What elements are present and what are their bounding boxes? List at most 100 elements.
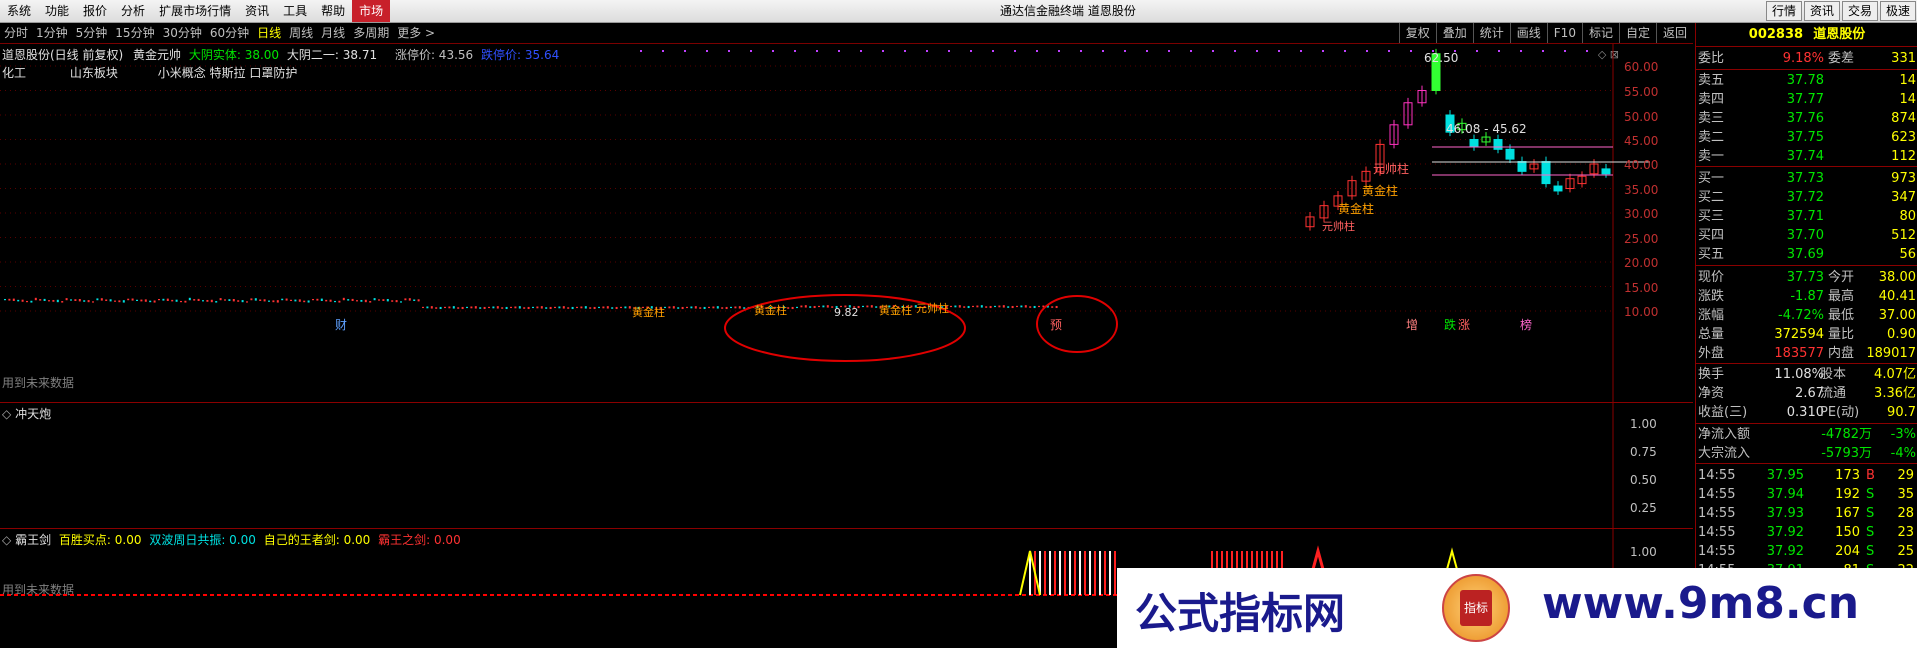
ask-label: 卖二 xyxy=(1698,130,1725,145)
tick-time: 14:55 xyxy=(1698,487,1736,502)
ask-volume: 623 xyxy=(1891,130,1916,145)
y-tick: 40.00 xyxy=(1624,158,1659,172)
sub-panel-chongtianpao[interactable]: ◇ 冲天炮 1.00 0.75 0.50 0.25 xyxy=(0,403,1693,529)
watermark-text: 公式指标网 xyxy=(1135,589,1346,638)
stat-row: 总量 372594 量比 0.90 xyxy=(1696,325,1917,344)
flag-forecast[interactable]: 预 xyxy=(1050,316,1062,333)
candle xyxy=(422,306,424,309)
period-60min[interactable]: 60分钟 xyxy=(206,23,253,43)
period-1min[interactable]: 1分钟 xyxy=(32,23,72,43)
menu-tools[interactable]: 工具 xyxy=(276,0,314,22)
candle xyxy=(738,306,741,309)
fast-tab-button[interactable]: 极速 xyxy=(1879,1,1916,21)
period-more[interactable]: 更多 > xyxy=(393,23,439,43)
candle xyxy=(21,299,24,302)
watermark-seal-text: 指标 xyxy=(1460,590,1492,626)
period-weekly[interactable]: 周线 xyxy=(285,23,317,43)
marker-dot xyxy=(1366,50,1368,52)
candle xyxy=(532,306,534,309)
candle xyxy=(457,307,460,309)
candle xyxy=(1493,139,1503,150)
candle xyxy=(158,298,160,301)
sub1-y-tick: 1.00 xyxy=(1630,417,1657,431)
adjust-button[interactable]: 复权 xyxy=(1398,23,1436,43)
back-button[interactable]: 返回 xyxy=(1655,23,1693,43)
trade-tab-button[interactable]: 交易 xyxy=(1841,1,1878,21)
candle xyxy=(378,299,380,301)
flag-finance[interactable]: 财 xyxy=(335,316,347,333)
candle xyxy=(562,306,565,309)
ask-label: 卖五 xyxy=(1698,73,1725,88)
stat-value: 90.7 xyxy=(1887,405,1916,420)
y-tick: 30.00 xyxy=(1624,207,1659,221)
marker-dot xyxy=(1234,50,1236,52)
stat-value: -1.87 xyxy=(1790,289,1824,304)
quote-tab-button[interactable]: 行情 xyxy=(1765,1,1802,21)
menu-help[interactable]: 帮助 xyxy=(314,0,352,22)
candle xyxy=(175,299,178,302)
chart-text-8: 元帅柱 xyxy=(916,302,949,315)
flag-fall[interactable]: 跌 xyxy=(1444,316,1456,333)
candle xyxy=(136,299,138,302)
period-timeshare[interactable]: 分时 xyxy=(0,23,32,43)
marker-dot xyxy=(1322,50,1324,52)
stat-row: 净资 2.67 流通 3.36亿 xyxy=(1696,384,1917,403)
candle xyxy=(122,300,125,303)
candle xyxy=(140,299,143,302)
kline-panel[interactable]: 道恩股份(日线 前复权) 黄金元帅 大阴实体: 38.00 大阴二一: 38.7… xyxy=(0,44,1693,403)
candle xyxy=(980,305,983,308)
candle xyxy=(624,306,627,309)
candle xyxy=(985,306,988,308)
watermark-url: www.9m8.cn xyxy=(1542,578,1860,629)
bid-price: 37.71 xyxy=(1786,209,1824,224)
marker-dot xyxy=(1520,50,1522,52)
menu-system[interactable]: 系统 xyxy=(0,0,38,22)
candle xyxy=(92,301,94,303)
candle xyxy=(602,306,605,309)
menu-extended-market[interactable]: 扩展市场行情 xyxy=(152,0,238,22)
custom-button[interactable]: 自定 xyxy=(1618,23,1656,43)
period-multi[interactable]: 多周期 xyxy=(349,23,393,43)
period-monthly[interactable]: 月线 xyxy=(317,23,349,43)
flag-rise[interactable]: 涨 xyxy=(1458,316,1470,333)
period-30min[interactable]: 30分钟 xyxy=(159,23,206,43)
mark-button[interactable]: 标记 xyxy=(1581,23,1619,43)
stats-button[interactable]: 统计 xyxy=(1472,23,1510,43)
y-tick: 50.00 xyxy=(1624,110,1659,124)
overlay-button[interactable]: 叠加 xyxy=(1435,23,1473,43)
candle xyxy=(417,299,420,302)
menu-bar: 系统 功能 报价 分析 扩展市场行情 资讯 工具 帮助 市场 通达信金融终端 道恩股份 行情 资讯… xyxy=(0,0,1917,23)
candle xyxy=(250,298,253,301)
marker-dot xyxy=(882,50,884,52)
menu-info[interactable]: 资讯 xyxy=(238,0,276,22)
candle xyxy=(690,306,693,309)
ask-volume: 14 xyxy=(1899,73,1916,88)
menu-market[interactable]: 市场 xyxy=(352,0,391,22)
candle xyxy=(721,307,724,309)
draw-line-button[interactable]: 画线 xyxy=(1509,23,1547,43)
top-right-buttons: 行情 资讯 交易 极速 xyxy=(1765,0,1917,22)
candle xyxy=(730,306,732,309)
flag-list[interactable]: 榜 xyxy=(1520,316,1532,333)
period-15min[interactable]: 15分钟 xyxy=(111,23,158,43)
marker-dot xyxy=(706,50,708,52)
menu-function[interactable]: 功能 xyxy=(38,0,76,22)
menu-quote[interactable]: 报价 xyxy=(76,0,114,22)
info-tab-button[interactable]: 资讯 xyxy=(1803,1,1840,21)
f10-button[interactable]: F10 xyxy=(1546,23,1582,43)
candle xyxy=(527,306,530,310)
candle xyxy=(435,307,438,309)
period-5min[interactable]: 5分钟 xyxy=(72,23,112,43)
stat-row: 涨幅 -4.72% 最低 37.00 xyxy=(1696,306,1917,325)
candle xyxy=(413,299,416,302)
kline-svg xyxy=(0,44,1650,402)
marker-dot xyxy=(1036,50,1038,52)
stat-label: 最低 xyxy=(1828,308,1855,323)
watermark-seal-icon: 指标 xyxy=(1442,574,1510,642)
chart-tools: 复权 叠加 统计 画线 F10 标记 自定 返回 xyxy=(1398,23,1693,43)
y-tick: 45.00 xyxy=(1624,134,1659,148)
period-daily[interactable]: 日线 xyxy=(253,23,285,43)
low-price-label: 9.82 xyxy=(834,306,859,319)
menu-analysis[interactable]: 分析 xyxy=(114,0,152,22)
flag-increase[interactable]: 增 xyxy=(1406,316,1418,333)
